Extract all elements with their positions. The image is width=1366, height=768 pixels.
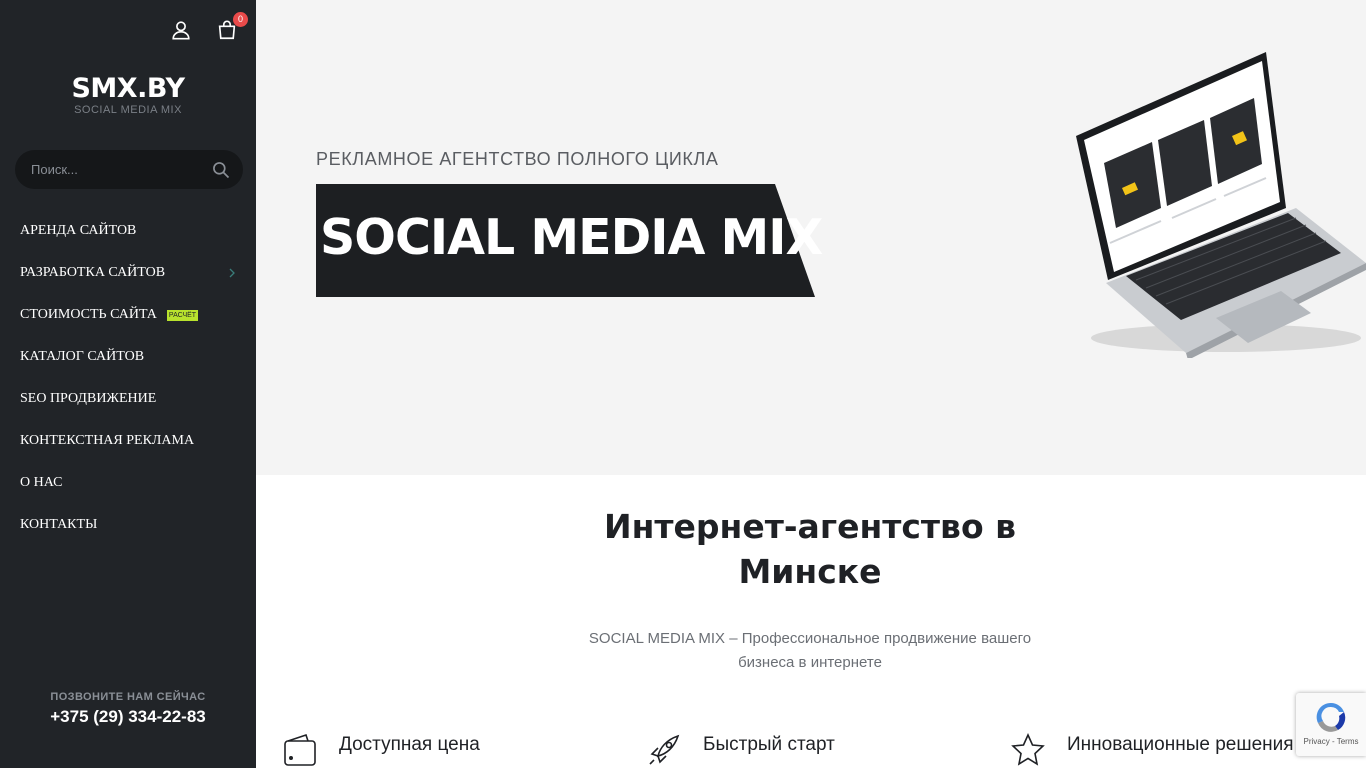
logo-main-text: SMX.BY <box>71 73 185 104</box>
nav-item-stoimost[interactable]: СТОИМОСТЬ САЙТА РАСЧЁТ <box>0 294 256 336</box>
nav-item-label: РАЗРАБОТКА САЙТОВ <box>20 265 166 280</box>
laptop-image <box>1076 52 1366 358</box>
nav-item-seo[interactable]: SEO ПРОДВИЖЕНИЕ <box>0 378 256 420</box>
sidebar: 0 SMX.BY SOCIAL MEDIA MIX АРЕНДА САЙТОВ … <box>0 0 256 768</box>
recaptcha-links[interactable]: Privacy - Terms <box>1296 737 1366 746</box>
nav-item-label: СТОИМОСТЬ САЙТА <box>20 307 157 322</box>
search-box <box>15 150 243 189</box>
site-logo[interactable]: SMX.BY SOCIAL MEDIA MIX <box>0 74 256 117</box>
feature-label: Доступная цена <box>339 734 480 755</box>
nav-item-label: КОНТАКТЫ <box>20 517 98 532</box>
search-icon[interactable] <box>211 160 231 180</box>
call-label: ПОЗВОНИТЕ НАМ СЕЙЧАС <box>50 691 206 703</box>
wallet-icon <box>284 733 316 766</box>
nav-item-razrabotka[interactable]: РАЗРАБОТКА САЙТОВ <box>0 252 256 294</box>
user-icon[interactable] <box>170 18 192 42</box>
nav-item-katalog[interactable]: КАТАЛОГ САЙТОВ <box>0 336 256 378</box>
feature-label: Инновационные решения <box>1067 734 1294 755</box>
main-nav: АРЕНДА САЙТОВ РАЗРАБОТКА САЙТОВ СТОИМОСТ… <box>0 210 256 546</box>
feature-label: Быстрый старт <box>703 734 835 755</box>
feature-item: Доступная цена <box>282 732 480 768</box>
nav-item-contacts[interactable]: КОНТАКТЫ <box>0 504 256 546</box>
page-title: Интернет-агентство в Минске <box>604 507 1016 591</box>
recaptcha-badge[interactable]: Privacy - Terms <box>1296 693 1366 756</box>
rocket-icon <box>649 734 680 765</box>
nav-item-label: SEO ПРОДВИЖЕНИЕ <box>20 391 157 406</box>
hero-title: SOCIAL MEDIA MIX <box>320 209 823 266</box>
nav-item-context[interactable]: КОНТЕКСТНАЯ РЕКЛАМА <box>0 420 256 462</box>
call-block: ПОЗВОНИТЕ НАМ СЕЙЧАС +375 (29) 334-22-83 <box>0 691 256 727</box>
nav-item-about[interactable]: О НАС <box>0 462 256 504</box>
nav-item-label: АРЕНДА САЙТОВ <box>20 223 137 238</box>
calc-badge: РАСЧЁТ <box>166 309 199 321</box>
cart-button[interactable]: 0 <box>216 12 248 42</box>
phone-link[interactable]: +375 (29) 334-22-83 <box>0 707 256 727</box>
logo-sub-text: SOCIAL MEDIA MIX <box>74 104 182 116</box>
hero-kicker: РЕКЛАМНОЕ АГЕНТСТВО ПОЛНОГО ЦИКЛА <box>316 149 719 169</box>
feature-item: Быстрый старт <box>646 732 835 768</box>
recaptcha-icon <box>1316 702 1346 732</box>
nav-item-label: КОНТЕКСТНАЯ РЕКЛАМА <box>20 433 195 448</box>
search-input[interactable] <box>31 162 211 177</box>
nav-item-label: КАТАЛОГ САЙТОВ <box>20 349 145 364</box>
nav-item-label: О НАС <box>20 475 63 490</box>
top-icons: 0 <box>170 12 248 42</box>
nav-item-arenda[interactable]: АРЕНДА САЙТОВ <box>0 210 256 252</box>
chevron-right-icon <box>229 268 235 278</box>
star-icon <box>1011 733 1045 766</box>
page-subtitle: SOCIAL MEDIA MIX – Профессиональное прод… <box>588 630 1032 671</box>
feature-item: Инновационные решения <box>1010 732 1294 768</box>
cart-count-badge: 0 <box>233 12 248 27</box>
hero-banner: РЕКЛАМНОЕ АГЕНТСТВО ПОЛНОГО ЦИКЛА SOCIAL… <box>256 0 1366 475</box>
